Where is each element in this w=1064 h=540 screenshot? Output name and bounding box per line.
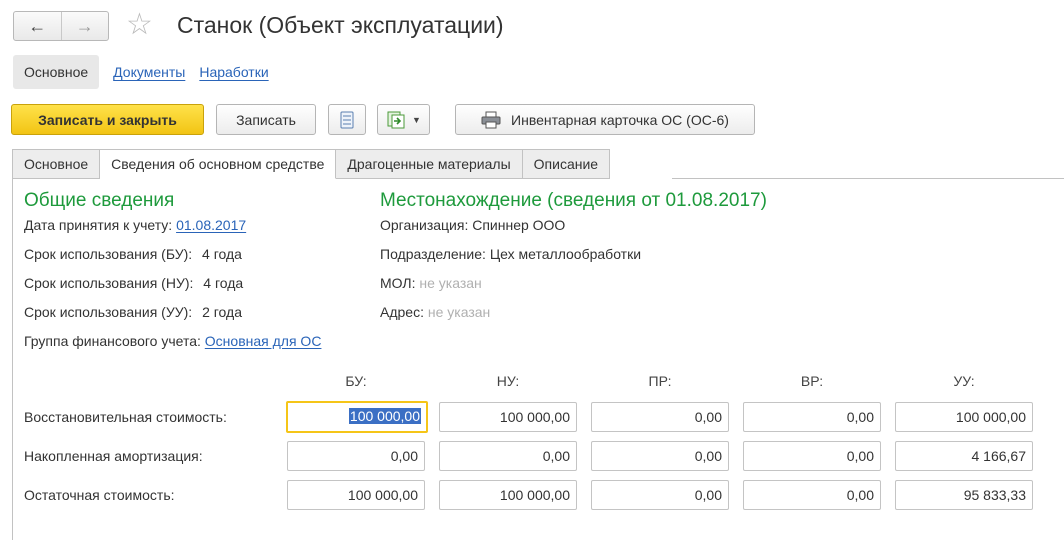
section-documents[interactable]: Документы bbox=[113, 64, 185, 80]
column-header-pr: ПР: bbox=[648, 373, 672, 389]
accept-date-row: Дата принятия к учету: 01.08.2017 bbox=[24, 217, 246, 233]
page-title: Станок (Объект эксплуатации) bbox=[177, 12, 504, 38]
mol-value: не указан bbox=[419, 275, 482, 291]
term-nu-row: Срок использования (НУ): 4 года bbox=[24, 275, 243, 291]
depreciation-uu-field[interactable]: 4 166,67 bbox=[895, 441, 1033, 471]
create-based-on-icon bbox=[387, 111, 405, 128]
location-heading: Местонахождение (сведения от 01.08.2017) bbox=[380, 190, 767, 211]
residual-nu-field[interactable]: 100 000,00 bbox=[439, 480, 577, 510]
print-inventory-card-label: Инвентарная карточка ОС (ОС-6) bbox=[511, 111, 729, 128]
column-header-uu: УУ: bbox=[953, 373, 975, 389]
printer-icon bbox=[481, 111, 501, 128]
tab-main[interactable]: Основное bbox=[12, 149, 101, 179]
arrow-right-icon: → bbox=[75, 15, 94, 36]
term-nu-value: 4 года bbox=[203, 275, 244, 291]
section-main[interactable]: Основное bbox=[13, 55, 100, 89]
term-bu-label: Срок использования (БУ): bbox=[24, 246, 193, 262]
accept-date-label: Дата принятия к учету: bbox=[24, 217, 173, 233]
panel-border bbox=[12, 178, 13, 540]
org-label: Организация: bbox=[380, 217, 469, 233]
restoration-cost-nu-field[interactable]: 100 000,00 bbox=[439, 402, 577, 432]
column-header-bu: БУ: bbox=[345, 373, 367, 389]
restoration-cost-bu-value: 100 000,00 bbox=[348, 408, 421, 424]
tab-precious-materials[interactable]: Драгоценные материалы bbox=[336, 149, 523, 179]
general-heading: Общие сведения bbox=[24, 190, 175, 211]
residual-vr-field[interactable]: 0,00 bbox=[743, 480, 881, 510]
dept-row: Подразделение: Цех металлообработки bbox=[380, 246, 641, 262]
list-icon bbox=[340, 111, 354, 128]
address-row: Адрес: не указан bbox=[380, 304, 490, 320]
mol-row: МОЛ: не указан bbox=[380, 275, 482, 291]
term-uu-value: 2 года bbox=[202, 304, 242, 320]
org-value: Спиннер ООО bbox=[472, 217, 566, 233]
residual-uu-field[interactable]: 95 833,33 bbox=[895, 480, 1033, 510]
restoration-cost-bu-field[interactable]: 100 000,00 bbox=[286, 401, 428, 433]
fin-group-label: Группа финансового учета: bbox=[24, 333, 201, 349]
org-row: Организация: Спиннер ООО bbox=[380, 217, 565, 233]
section-operating-time[interactable]: Наработки bbox=[199, 64, 268, 80]
forward-button[interactable]: → bbox=[60, 12, 109, 40]
star-icon[interactable]: ☆ bbox=[126, 10, 153, 40]
residual-pr-field[interactable]: 0,00 bbox=[591, 480, 729, 510]
fin-group-link[interactable]: Основная для ОС bbox=[205, 333, 322, 349]
row-label-residual-value: Остаточная стоимость: bbox=[24, 487, 175, 503]
tab-asset-info[interactable]: Сведения об основном средстве bbox=[100, 149, 337, 179]
row-label-accumulated-depreciation: Накопленная амортизация: bbox=[24, 448, 203, 464]
restoration-cost-uu-field[interactable]: 100 000,00 bbox=[895, 402, 1033, 432]
term-uu-label: Срок использования (УУ): bbox=[24, 304, 193, 320]
print-inventory-card-button[interactable]: Инвентарная карточка ОС (ОС-6) bbox=[455, 104, 755, 135]
tab-bar: Основное Сведения об основном средстве Д… bbox=[12, 149, 611, 179]
term-uu-row: Срок использования (УУ): 2 года bbox=[24, 304, 242, 320]
depreciation-bu-field[interactable]: 0,00 bbox=[287, 441, 425, 471]
save-and-close-button[interactable]: Записать и закрыть bbox=[11, 104, 204, 135]
term-bu-row: Срок использования (БУ): 4 года bbox=[24, 246, 242, 262]
depreciation-nu-field[interactable]: 0,00 bbox=[439, 441, 577, 471]
column-header-nu: НУ: bbox=[496, 373, 520, 389]
back-button[interactable]: ← bbox=[14, 12, 61, 40]
term-bu-value: 4 года bbox=[202, 246, 242, 262]
residual-bu-field[interactable]: 100 000,00 bbox=[287, 480, 425, 510]
term-nu-label: Срок использования (НУ): bbox=[24, 275, 194, 291]
address-label: Адрес: bbox=[380, 304, 424, 320]
restoration-cost-vr-field[interactable]: 0,00 bbox=[743, 402, 881, 432]
section-links: Основное Документы Наработки bbox=[13, 55, 269, 89]
create-based-on-button[interactable]: ▼ bbox=[377, 104, 430, 135]
list-button[interactable] bbox=[328, 104, 366, 135]
dept-label: Подразделение: bbox=[380, 246, 486, 262]
column-header-vr: ВР: bbox=[800, 373, 824, 389]
save-button[interactable]: Записать bbox=[216, 104, 316, 135]
depreciation-vr-field[interactable]: 0,00 bbox=[743, 441, 881, 471]
mol-label: МОЛ: bbox=[380, 275, 416, 291]
chevron-down-icon: ▼ bbox=[412, 114, 421, 125]
restoration-cost-pr-field[interactable]: 0,00 bbox=[591, 402, 729, 432]
history-nav-group: ← → bbox=[13, 11, 109, 41]
row-label-restoration-cost: Восстановительная стоимость: bbox=[24, 409, 227, 425]
tab-description[interactable]: Описание bbox=[522, 149, 611, 179]
accept-date-link[interactable]: 01.08.2017 bbox=[176, 217, 246, 233]
depreciation-pr-field[interactable]: 0,00 bbox=[591, 441, 729, 471]
fin-group-row: Группа финансового учета: Основная для О… bbox=[24, 333, 321, 349]
dept-value: Цех металлообработки bbox=[489, 246, 642, 262]
tab-divider bbox=[672, 178, 1064, 179]
address-value: не указан bbox=[427, 304, 491, 320]
arrow-left-icon: ← bbox=[28, 15, 47, 36]
